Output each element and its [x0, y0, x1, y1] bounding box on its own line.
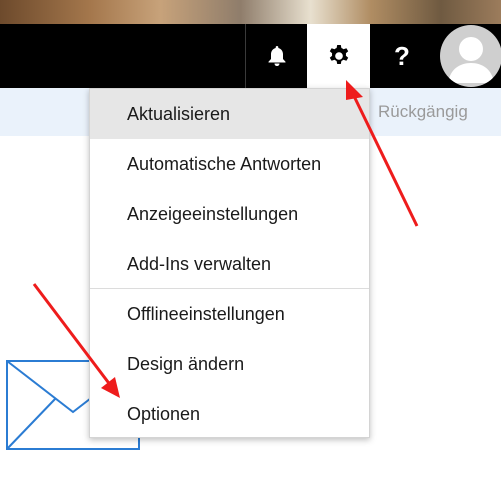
menu-item-offline-settings[interactable]: Offlineeinstellungen: [90, 289, 369, 339]
person-icon: [448, 37, 494, 83]
menu-item-label: Offlineeinstellungen: [127, 303, 285, 324]
gear-icon: [329, 45, 348, 64]
menu-item-refresh[interactable]: Aktualisieren: [90, 89, 369, 139]
menu-item-label: Optionen: [127, 403, 201, 424]
menu-item-label: Design ändern: [127, 353, 245, 374]
menu-item-label: Automatische Antworten: [127, 153, 322, 174]
menu-item-change-theme[interactable]: Design ändern: [90, 339, 369, 389]
menu-item-manage-add-ins[interactable]: Add-Ins verwalten: [90, 239, 369, 289]
help-button[interactable]: ?: [370, 24, 434, 88]
menu-item-display-settings[interactable]: Anzeigeeinstellungen: [90, 189, 369, 239]
undo-button[interactable]: Rückgängig: [378, 102, 468, 122]
bell-icon: [268, 46, 285, 66]
menu-item-label: Anzeigeeinstellungen: [127, 203, 299, 224]
settings-button[interactable]: [307, 24, 370, 88]
menu-item-automatic-replies[interactable]: Automatische Antworten: [90, 139, 369, 189]
menu-item-label: Aktualisieren: [127, 103, 231, 124]
header-banner-image: [0, 0, 501, 24]
notifications-button[interactable]: [246, 24, 307, 88]
menu-item-options[interactable]: Optionen: [90, 389, 369, 439]
help-label: ?: [394, 40, 410, 71]
avatar: [440, 25, 501, 87]
account-avatar-button[interactable]: [440, 25, 501, 87]
menu-item-label: Add-Ins verwalten: [127, 253, 272, 274]
settings-dropdown-menu: Aktualisieren Automatische Antworten Anz…: [89, 88, 370, 438]
